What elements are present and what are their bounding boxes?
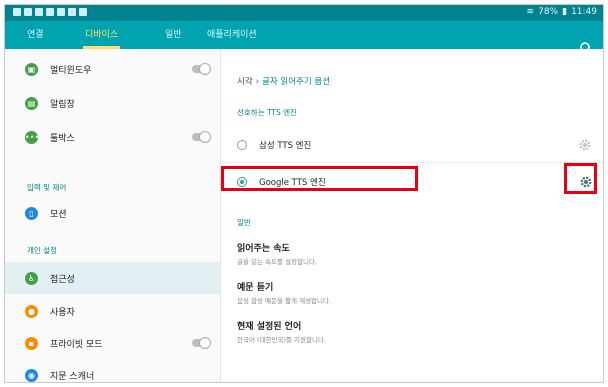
breadcrumb: 시각 › 글자 읽어주기 옵션 (237, 75, 330, 87)
main-panel: 시각 › 글자 읽어주기 옵션 선호하는 TTS 엔진 삼성 TTS 엔진 Goog… (221, 49, 603, 382)
tab-applications[interactable]: 애플리케이션 (199, 21, 265, 49)
multiwindow-icon: ▣ (25, 62, 38, 76)
sidebar-item-label: 멀티윈도우 (50, 65, 92, 76)
sidebar-item-motion[interactable]: ▯ 모션 (5, 197, 220, 229)
notification-icon-3 (35, 8, 43, 16)
accessibility-icon: ♿ (25, 271, 38, 285)
page-title: 글자 읽어주기 옵션 (262, 77, 331, 87)
fingerprint-icon: ◉ (25, 368, 38, 382)
setting-title: 현재 설정된 언어 (237, 322, 302, 332)
tab-connections[interactable]: 연결 (19, 21, 52, 49)
sidebar-item-users[interactable]: ● 사용자 (5, 295, 220, 327)
setting-current-language[interactable]: 현재 설정된 언어 한국어 (대한민국)를 지원합니다. (237, 319, 326, 344)
setting-speech-rate[interactable]: 읽어주는 속도 글을 읽는 속도를 설정합니다. (237, 241, 317, 266)
sidebar-item-fingerprint[interactable]: ◉ 지문 스캐너 (5, 359, 220, 382)
sidebar-item-label: 모션 (50, 209, 67, 220)
tab-general[interactable]: 일반 (157, 21, 190, 49)
sidebar-item-notification-panel[interactable]: ▤ 알림창 (5, 87, 220, 119)
toolbox-icon: ••• (25, 130, 40, 144)
users-icon: ● (25, 304, 38, 318)
battery-icon: ▮ (562, 7, 568, 17)
wifi-icon: ≋ (526, 7, 535, 17)
notification-icon-5 (57, 8, 65, 16)
engine-option-samsung[interactable]: 삼성 TTS 엔진 (237, 131, 597, 159)
sidebar-item-label: 툴박스 (50, 133, 75, 144)
private-mode-toggle[interactable] (192, 337, 211, 349)
engine-label: 삼성 TTS 엔진 (259, 141, 312, 151)
highlight-box-google-engine (221, 166, 418, 191)
section-header-preferred-engine: 선호하는 TTS 엔진 (237, 108, 297, 117)
notification-icons (13, 8, 87, 16)
sidebar-item-label: 알림창 (50, 99, 75, 110)
status-bar: ≋ 78% ▮ 11:49 (5, 5, 603, 21)
sidebar-item-accessibility[interactable]: ♿ 접근성 (5, 262, 220, 294)
tab-device[interactable]: 디바이스 (77, 21, 126, 49)
clock: 11:49 (571, 7, 597, 17)
sidebar-item-multiwindow[interactable]: ▣ 멀티윈도우 (5, 53, 220, 85)
divider (221, 162, 603, 163)
motion-icon: ▯ (25, 206, 38, 220)
setting-subtitle: 한국어 (대한민국)를 지원합니다. (237, 336, 327, 344)
private-mode-icon: ▪ (25, 336, 38, 350)
sidebar-item-label: 접근성 (50, 274, 75, 285)
notification-icon-1 (13, 8, 21, 16)
screenshot-frame: ≋ 78% ▮ 11:49 연결 디바이스 일반 애플리케이션 ▣ 멀티윈도우 … (4, 4, 604, 383)
notification-icon-4 (46, 8, 54, 16)
setting-title: 예문 듣기 (237, 283, 274, 293)
setting-listen-example[interactable]: 예문 듣기 음성 합성 예문을 짧게 재생합니다. (237, 280, 331, 305)
samsung-engine-settings-gear-icon[interactable] (578, 138, 592, 152)
setting-subtitle: 음성 합성 예문을 짧게 재생합니다. (237, 297, 332, 305)
section-header-general: 일반 (237, 218, 251, 227)
sidebar-item-private-mode[interactable]: ▪ 프라이빗 모드 (5, 327, 220, 359)
sidebar-item-label: 지문 스캐너 (50, 371, 95, 382)
section-header-personal: 개인 설정 (27, 246, 57, 255)
battery-percent: 78% (538, 7, 559, 17)
highlight-box-gear (564, 163, 597, 194)
notification-icon-7 (79, 8, 87, 16)
section-header-input-control: 입력 및 제어 (27, 183, 67, 192)
sidebar-item-label: 프라이빗 모드 (50, 339, 103, 350)
sidebar: ▣ 멀티윈도우 ▤ 알림창 ••• 툴박스 입력 및 제어 ▯ 모션 개인 설정… (5, 49, 221, 382)
notification-icon-6 (68, 8, 76, 16)
sidebar-item-label: 사용자 (50, 307, 75, 318)
setting-title: 읽어주는 속도 (237, 244, 290, 254)
setting-subtitle: 글을 읽는 속도를 설정합니다. (237, 258, 318, 266)
samsung-engine-radio[interactable] (237, 140, 247, 150)
breadcrumb-arrow-icon: › (255, 77, 260, 87)
multiwindow-toggle[interactable] (192, 63, 211, 75)
notification-panel-icon: ▤ (25, 96, 38, 110)
notification-icon-2 (24, 8, 32, 16)
toolbox-toggle[interactable] (192, 131, 211, 143)
sidebar-item-toolbox[interactable]: ••• 툴박스 (5, 121, 220, 153)
settings-tab-bar: 연결 디바이스 일반 애플리케이션 (5, 21, 603, 55)
breadcrumb-parent[interactable]: 시각 (237, 77, 253, 87)
